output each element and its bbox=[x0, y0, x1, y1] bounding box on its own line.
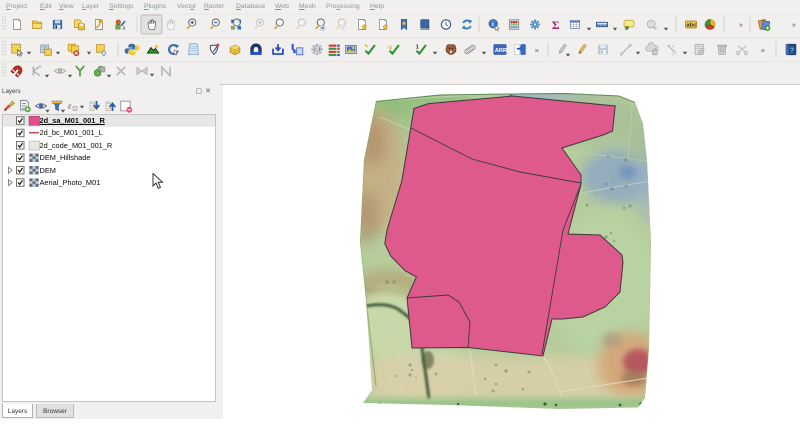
svg-text:fx: fx bbox=[672, 49, 677, 56]
svg-text:»: » bbox=[792, 22, 796, 29]
svg-text:ε: ε bbox=[68, 101, 72, 111]
svg-text:?: ? bbox=[790, 45, 795, 54]
svg-text:1: 1 bbox=[416, 44, 420, 50]
svg-text:abc: abc bbox=[686, 23, 697, 29]
svg-text:TCP: TCP bbox=[315, 48, 322, 52]
svg-text:»: » bbox=[761, 45, 765, 54]
svg-text:a: a bbox=[122, 25, 125, 31]
svg-text:»: » bbox=[739, 22, 743, 29]
svg-text:Q: Q bbox=[388, 45, 392, 51]
svg-text:»: » bbox=[535, 45, 539, 54]
svg-text:i: i bbox=[492, 21, 494, 28]
svg-text:ARR: ARR bbox=[495, 48, 508, 54]
svg-text:Σ: Σ bbox=[552, 19, 560, 32]
